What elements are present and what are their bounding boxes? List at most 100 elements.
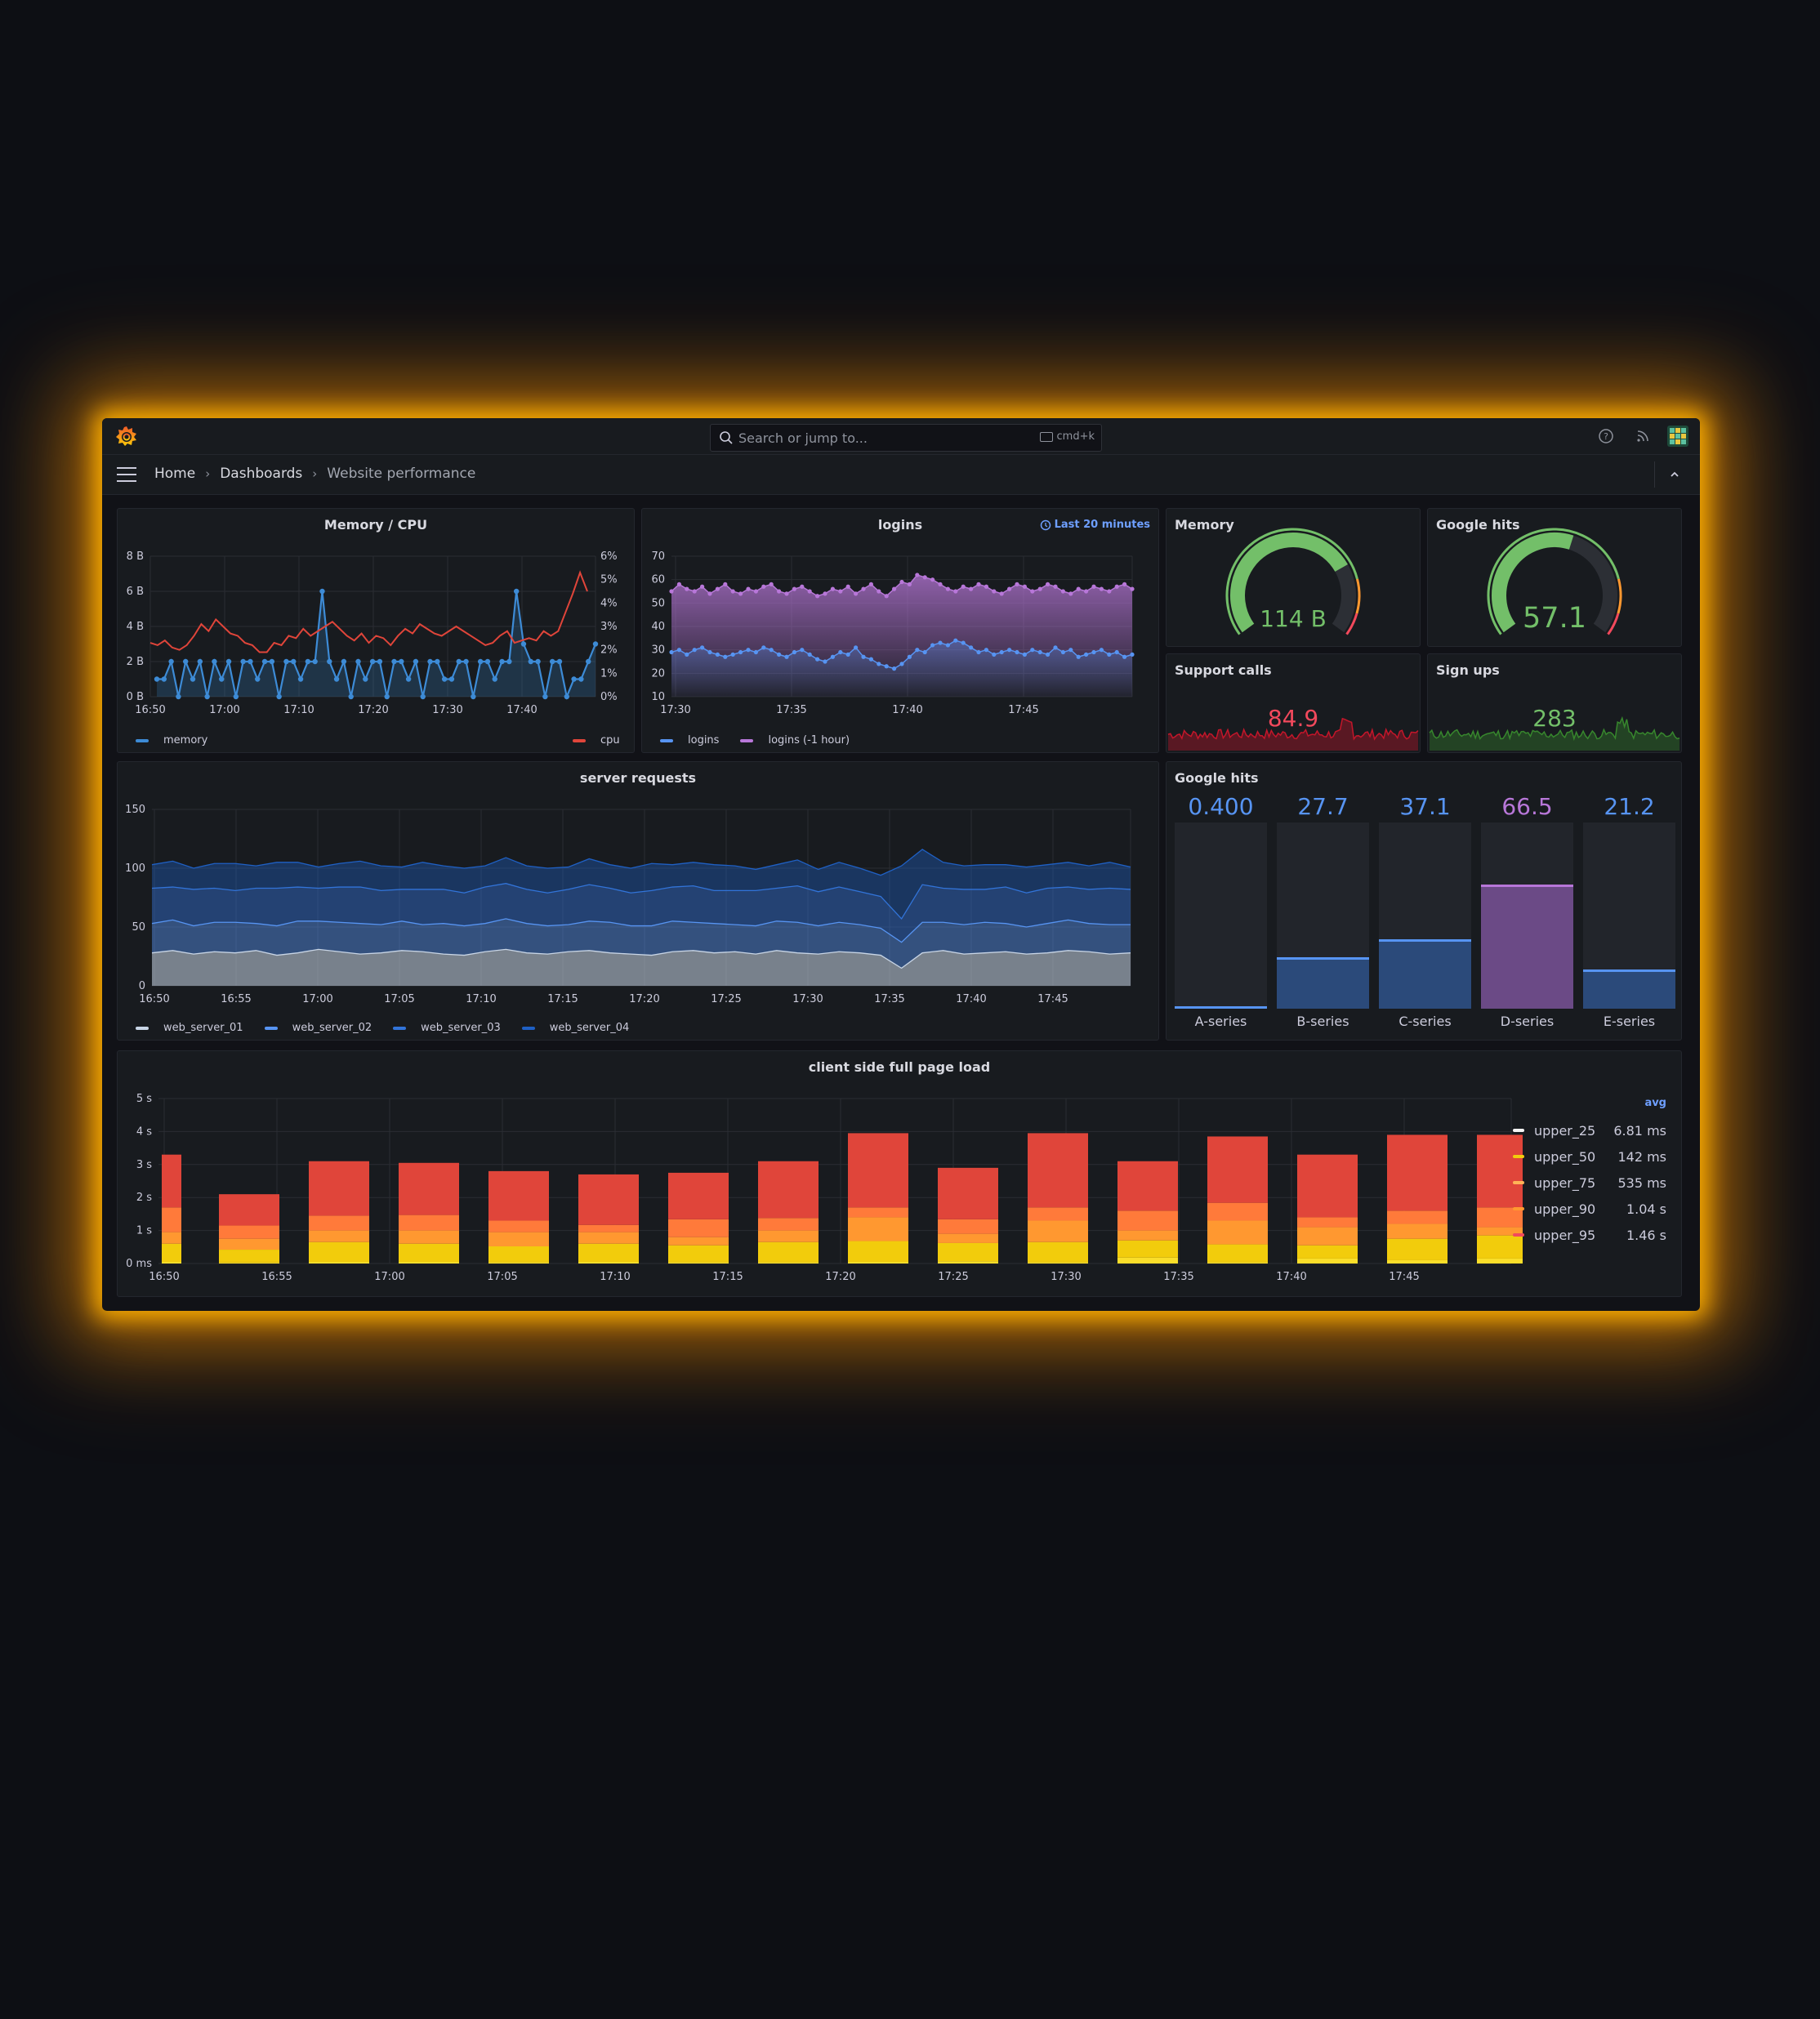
user-avatar-icon[interactable] bbox=[1667, 426, 1688, 447]
memory-point bbox=[499, 658, 505, 665]
upper-95-bar bbox=[1297, 1154, 1358, 1218]
legend-row-upper-95[interactable]: upper_95 1.46 s bbox=[1511, 1223, 1666, 1249]
menu-icon[interactable] bbox=[117, 467, 136, 482]
logins-point bbox=[676, 648, 681, 653]
bar-category-label: B-series bbox=[1296, 1014, 1349, 1029]
bar-gauge-item-c-series[interactable]: 37.1 C-series bbox=[1379, 793, 1471, 1038]
legend-row-upper-50[interactable]: upper_50 142 ms bbox=[1511, 1144, 1666, 1170]
bar-fill bbox=[1277, 956, 1369, 1009]
legend-item-web-server-03[interactable]: web_server_03 bbox=[393, 1022, 501, 1034]
logins-point bbox=[753, 649, 758, 655]
logins-point bbox=[945, 643, 950, 648]
x-tick-label: 16:50 bbox=[149, 1271, 179, 1283]
bar-gauge-item-b-series[interactable]: 27.7 B-series bbox=[1277, 793, 1369, 1038]
upper-95-bar bbox=[1387, 1134, 1448, 1211]
y-tick-label: 8 B bbox=[127, 550, 144, 563]
legend-item-web-server-04[interactable]: web_server_04 bbox=[521, 1022, 629, 1034]
chart-legend: logins logins (-1 hour) bbox=[660, 734, 871, 747]
legend-item-web-server-02[interactable]: web_server_02 bbox=[264, 1022, 372, 1034]
panel-google-hits-gauge[interactable]: Google hits 57.1 bbox=[1427, 508, 1682, 647]
upper-25-bar bbox=[219, 1262, 279, 1264]
logins-point bbox=[700, 645, 705, 650]
breadcrumb-home[interactable]: Home bbox=[154, 466, 195, 482]
bar-gauge-item-d-series[interactable]: 66.5 D-series bbox=[1481, 793, 1573, 1038]
legend-avg-header[interactable]: avg bbox=[1511, 1097, 1666, 1118]
memory-point bbox=[528, 658, 533, 665]
logins-point bbox=[930, 643, 935, 648]
y-tick-label: 2 s bbox=[136, 1192, 152, 1204]
logins-point bbox=[1091, 649, 1096, 655]
memory-point bbox=[542, 693, 548, 700]
panel-logins[interactable]: logins Last 20 minutes 10 20 30 40 50 60 70 17:… bbox=[641, 508, 1159, 753]
legend-item-logins[interactable]: logins bbox=[660, 734, 719, 747]
legend-item-cpu[interactable]: cpu bbox=[573, 734, 620, 747]
legend-swatch bbox=[1513, 1129, 1524, 1132]
logins-chart: 10 20 30 40 50 60 70 17:30 17:35 17:40 17:45 bbox=[651, 550, 1135, 716]
panel-google-hits-bars[interactable]: Google hits 0.400 A-series 27.7 B-series 37.… bbox=[1166, 761, 1682, 1041]
upper-95-bar bbox=[399, 1162, 459, 1215]
logins-point bbox=[984, 648, 988, 653]
x-tick-label: 17:30 bbox=[432, 704, 462, 716]
x-tick-label: 17:10 bbox=[466, 993, 496, 1005]
logins-prev-point bbox=[676, 582, 681, 586]
logins-point bbox=[915, 648, 920, 653]
bar-gauge-item-a-series[interactable]: 0.400 A-series bbox=[1175, 793, 1267, 1038]
logins-point bbox=[800, 648, 805, 653]
legend-item-logins-prev[interactable]: logins (-1 hour) bbox=[740, 734, 850, 747]
legend-name: upper_75 bbox=[1534, 1175, 1596, 1191]
help-icon[interactable]: ? bbox=[1597, 427, 1615, 445]
legend-avg: 1.46 s bbox=[1626, 1228, 1666, 1243]
memory-point bbox=[492, 676, 497, 682]
legend-row-upper-25[interactable]: upper_25 6.81 ms bbox=[1511, 1118, 1666, 1144]
panel-page-load[interactable]: client side full page load 0 ms 1 s2 s3 s… bbox=[117, 1050, 1682, 1297]
memory-point bbox=[333, 676, 340, 682]
logins-point bbox=[761, 645, 766, 650]
y-tick-label: 50 bbox=[651, 597, 665, 609]
grafana-logo-icon[interactable] bbox=[115, 425, 138, 448]
memory-point bbox=[463, 658, 469, 665]
panel-title: Google hits bbox=[1175, 770, 1259, 786]
y-tick-label: 4 B bbox=[127, 621, 144, 633]
panel-server-requests[interactable]: server requests 0 50 100 150 16:50 16:55 17:00… bbox=[117, 761, 1159, 1041]
legend-row-upper-75[interactable]: upper_75 535 ms bbox=[1511, 1170, 1666, 1197]
upper-50-bar bbox=[309, 1241, 369, 1262]
chevron-up-icon[interactable] bbox=[1669, 469, 1680, 480]
memory-point bbox=[319, 588, 325, 595]
rss-icon[interactable] bbox=[1634, 427, 1652, 445]
bar-track bbox=[1277, 822, 1369, 1009]
panel-sign-ups[interactable]: Sign ups 283 bbox=[1427, 653, 1682, 753]
breadcrumb-dashboards[interactable]: Dashboards bbox=[220, 466, 302, 482]
logins-prev-point bbox=[807, 589, 812, 594]
y-tick-label: 4 s bbox=[136, 1125, 152, 1138]
legend-item-memory[interactable]: memory bbox=[136, 734, 207, 747]
y-tick-label: 3 s bbox=[136, 1159, 152, 1171]
memory-point bbox=[471, 693, 476, 700]
logins-prev-point bbox=[884, 594, 889, 599]
panel-memory-gauge[interactable]: Memory 114 B bbox=[1166, 508, 1421, 647]
y-tick-label: 10 bbox=[651, 691, 665, 703]
logins-point bbox=[769, 648, 774, 653]
bar-gauge-item-e-series[interactable]: 21.2 E-series bbox=[1583, 793, 1675, 1038]
legend-item-web-server-01[interactable]: web_server_01 bbox=[136, 1022, 243, 1034]
upper-50-bar bbox=[758, 1241, 819, 1263]
chart-legend: memory bbox=[136, 734, 229, 747]
memory-point bbox=[405, 676, 412, 682]
stat-value: 84.9 bbox=[1267, 705, 1319, 732]
logins-prev-point bbox=[777, 589, 782, 594]
legend-row-upper-90[interactable]: upper_90 1.04 s bbox=[1511, 1197, 1666, 1223]
memory-point bbox=[291, 658, 297, 665]
search-bar[interactable]: Search or jump to... cmd+k bbox=[710, 424, 1102, 452]
search-icon bbox=[720, 431, 733, 444]
panel-memory-cpu[interactable]: Memory / CPU 0 B2 B4 B6 B8 B 0% 1% 2% 3% 4% 5%… bbox=[117, 508, 635, 753]
logins-prev-point bbox=[845, 584, 850, 589]
logins-prev-point bbox=[1076, 586, 1081, 591]
memory-point bbox=[585, 658, 591, 665]
panel-support-calls[interactable]: Support calls 84.9 bbox=[1166, 653, 1421, 753]
upper-25-bar bbox=[848, 1261, 908, 1264]
logins-prev-point bbox=[738, 591, 743, 596]
server-requests-chart: 0 50 100 150 16:50 16:55 17:00 17:05 17:10 17:15 1… bbox=[125, 804, 1131, 1005]
logins-prev-point bbox=[669, 589, 674, 594]
memory-point bbox=[448, 676, 455, 682]
y-tick-label: 50 bbox=[132, 921, 145, 934]
upper-90-bar bbox=[309, 1215, 369, 1231]
